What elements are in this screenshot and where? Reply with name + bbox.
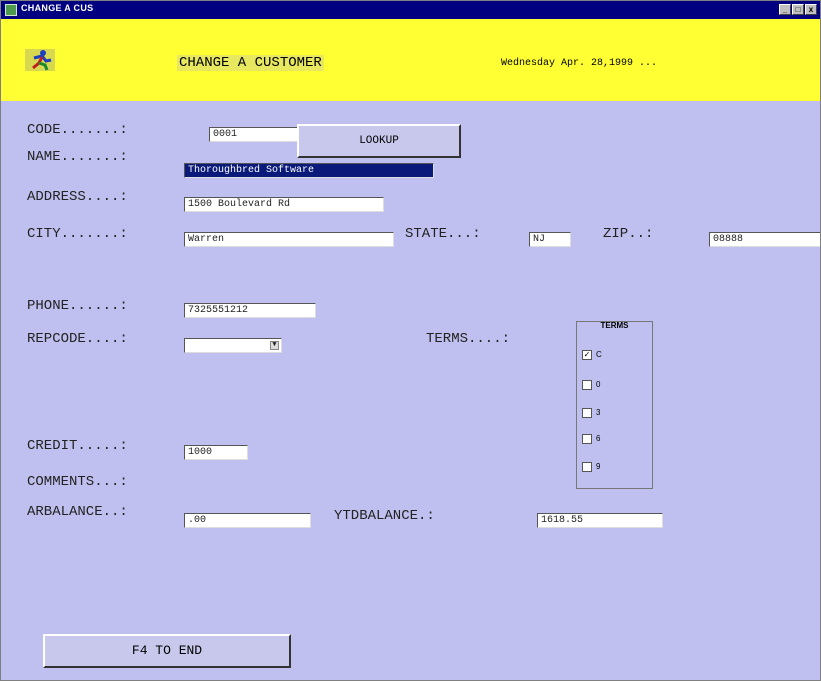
terms-option-label: C <box>596 350 602 360</box>
terms-option-label: 0 <box>596 380 601 390</box>
date-display: Wednesday Apr. 28,1999 ... <box>501 58 658 69</box>
ytdbalance-field[interactable]: 1618.55 <box>537 513 663 528</box>
minimize-button[interactable]: _ <box>779 4 791 15</box>
checkbox-icon[interactable] <box>582 462 592 472</box>
checkbox-icon[interactable]: ✓ <box>582 350 592 360</box>
maximize-button[interactable]: □ <box>792 4 804 15</box>
arbalance-label: ARBALANCE..: <box>27 504 128 520</box>
phone-field[interactable]: 7325551212 <box>184 303 316 318</box>
state-field[interactable]: NJ <box>529 232 571 247</box>
credit-field[interactable]: 1000 <box>184 445 248 460</box>
checkbox-icon[interactable] <box>582 408 592 418</box>
running-man-logo-icon <box>25 49 55 71</box>
repcode-select[interactable]: 0001 ▼ <box>184 338 282 353</box>
terms-group: TERMS ✓ C 0 3 6 9 <box>576 321 653 489</box>
lookup-button[interactable]: LOOKUP <box>297 124 461 158</box>
checkbox-icon[interactable] <box>582 434 592 444</box>
terms-option-0[interactable]: 0 <box>582 380 600 390</box>
terms-option-label: 6 <box>596 434 601 444</box>
terms-option-6[interactable]: 6 <box>582 434 600 444</box>
app-window: CHANGE A CUS _ □ x CHANGE A CUSTOMER Wed… <box>0 0 821 681</box>
repcode-label: REPCODE....: <box>27 331 128 347</box>
app-icon <box>5 4 17 16</box>
terms-label: TERMS....: <box>426 331 511 347</box>
screen-title: CHANGE A CUSTOMER <box>177 55 324 71</box>
zip-field[interactable]: 08888 <box>709 232 820 247</box>
ytdbalance-label: YTDBALANCE.: <box>334 508 435 524</box>
address-field[interactable]: 1500 Boulevard Rd <box>184 197 384 212</box>
terms-group-title: TERMS <box>600 321 629 330</box>
state-label: STATE...: <box>405 226 481 242</box>
address-label: ADDRESS....: <box>27 189 128 205</box>
f4-end-button[interactable]: F4 TO END <box>43 634 291 668</box>
terms-option-label: 9 <box>596 462 601 472</box>
credit-label: CREDIT.....: <box>27 438 128 454</box>
terms-option-c[interactable]: ✓ C <box>582 350 602 360</box>
window-title: CHANGE A CUS <box>21 3 94 13</box>
name-label: NAME.......: <box>27 149 128 165</box>
comments-label: COMMENTS...: <box>27 474 128 490</box>
zip-label: ZIP..: <box>603 226 654 242</box>
title-bar[interactable]: CHANGE A CUS _ □ x <box>1 1 820 19</box>
city-field[interactable]: Warren <box>184 232 394 247</box>
city-label: CITY.......: <box>27 226 128 242</box>
terms-option-3[interactable]: 3 <box>582 408 600 418</box>
code-field[interactable]: 0001 <box>209 127 299 142</box>
phone-label: PHONE......: <box>27 298 128 314</box>
name-field[interactable]: Thoroughbred Software <box>184 163 434 178</box>
header-bar <box>1 19 820 101</box>
close-button[interactable]: x <box>805 4 817 15</box>
code-label: CODE.......: <box>27 122 128 138</box>
arbalance-field[interactable]: .00 <box>184 513 311 528</box>
checkbox-icon[interactable] <box>582 380 592 390</box>
dropdown-arrow-icon[interactable]: ▼ <box>270 341 279 350</box>
terms-option-9[interactable]: 9 <box>582 462 600 472</box>
terms-option-label: 3 <box>596 408 601 418</box>
